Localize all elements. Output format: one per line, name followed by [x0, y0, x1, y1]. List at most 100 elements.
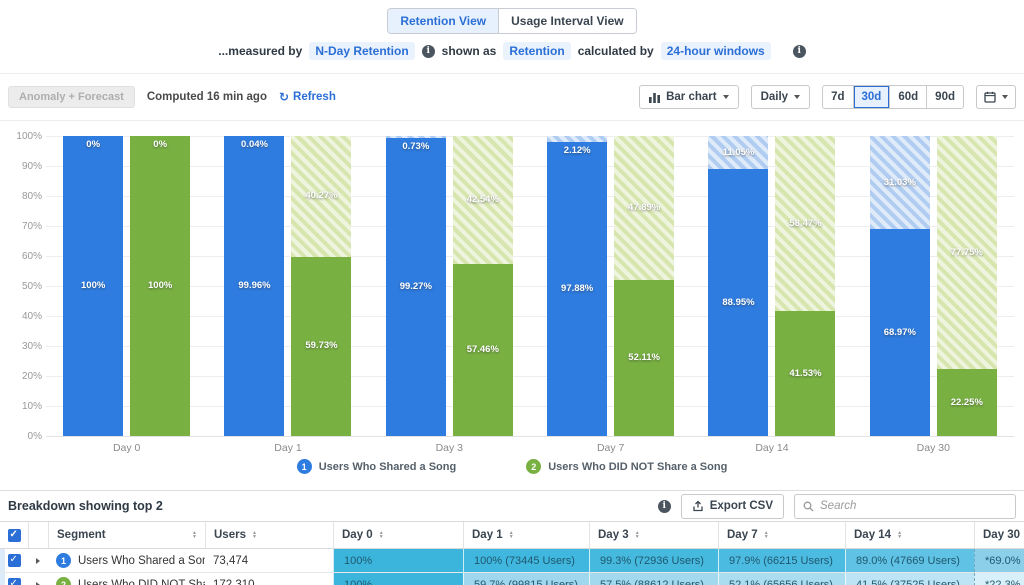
- x-axis-tick: Day 1: [207, 442, 368, 454]
- forecast-bar-segment[interactable]: [453, 136, 513, 264]
- retention-cell[interactable]: 57.5% (88612 Users): [589, 573, 718, 585]
- column-header-day-14[interactable]: Day 14▲▼: [845, 522, 974, 548]
- users-count: 172,310: [205, 573, 333, 585]
- row-expander-icon[interactable]: [36, 558, 40, 564]
- chart-plot-area: 100%90%80%70%60%50%40%30%20%10%0%100%0%1…: [46, 136, 1014, 436]
- retention-bar-segment[interactable]: [63, 136, 123, 436]
- column-header-day-0[interactable]: Day 0▲▼: [333, 522, 463, 548]
- bar-group-day-0: 100%0%100%0%Day 0: [46, 136, 207, 436]
- column-header-day-1[interactable]: Day 1▲▼: [463, 522, 589, 548]
- retention-cell[interactable]: 59.7% (99815 Users): [463, 573, 589, 585]
- window-selector[interactable]: 24-hour windows: [661, 42, 771, 60]
- column-header-day-30[interactable]: Day 30▲▼: [974, 522, 1024, 548]
- segment-name: Users Who DID NOT Share a Song: [78, 579, 205, 585]
- table-row[interactable]: 2Users Who DID NOT Share a Song172,31010…: [0, 573, 1024, 585]
- retention-bar-segment[interactable]: [291, 257, 351, 436]
- legend-item[interactable]: 1Users Who Shared a Song: [297, 459, 457, 474]
- date-picker-button[interactable]: [976, 85, 1016, 109]
- row-expander-icon[interactable]: [36, 582, 40, 585]
- gridline: [46, 436, 1014, 437]
- granularity-dropdown[interactable]: Daily: [751, 85, 811, 109]
- sort-icon[interactable]: ▲▼: [764, 531, 769, 539]
- forecast-bar-segment[interactable]: [775, 136, 835, 311]
- chart-legend: 1Users Who Shared a Song 2Users Who DID N…: [0, 459, 1024, 474]
- series-badge: 2: [526, 459, 541, 474]
- retention-bar-segment[interactable]: [775, 311, 835, 436]
- info-icon[interactable]: i: [422, 45, 435, 58]
- retention-cell[interactable]: 100%: [333, 549, 463, 572]
- forecast-bar-segment[interactable]: [870, 136, 930, 229]
- sort-icon[interactable]: ▲▼: [192, 531, 197, 539]
- retention-bar-segment[interactable]: [870, 229, 930, 436]
- retention-bar-segment[interactable]: [614, 280, 674, 436]
- sort-icon[interactable]: ▲▼: [635, 531, 640, 539]
- forecast-bar-segment[interactable]: [708, 136, 768, 169]
- calculated-by-label: calculated by: [578, 44, 654, 58]
- range-option-30d[interactable]: 30d: [853, 86, 890, 108]
- sort-icon[interactable]: ▲▼: [379, 531, 384, 539]
- row-checkbox[interactable]: [8, 578, 21, 585]
- shown-as-selector[interactable]: Retention: [503, 42, 570, 60]
- column-header-day-7[interactable]: Day 7 ▲▼: [718, 522, 845, 548]
- tab-usage-interval-view[interactable]: Usage Interval View: [498, 9, 636, 33]
- retention-cell[interactable]: 89.0% (47669 Users): [845, 549, 974, 572]
- retention-bar-segment[interactable]: [547, 142, 607, 436]
- y-axis-tick: 0%: [2, 431, 42, 442]
- column-header-users[interactable]: Users▲▼: [205, 522, 333, 548]
- retention-bar-segment[interactable]: [937, 369, 997, 436]
- forecast-bar-segment[interactable]: [386, 136, 446, 138]
- range-option-7d[interactable]: 7d: [823, 86, 852, 108]
- forecast-bar-segment[interactable]: [614, 136, 674, 280]
- retention-bar-segment[interactable]: [224, 136, 284, 436]
- retention-cell[interactable]: *69.0% (34: [974, 549, 1024, 572]
- export-csv-label: Export CSV: [710, 500, 773, 512]
- metric-selector[interactable]: N-Day Retention: [309, 42, 414, 60]
- forecast-bar-segment[interactable]: [291, 136, 351, 257]
- retention-bar-segment[interactable]: [453, 264, 513, 436]
- breakdown-title: Breakdown showing top 2: [8, 499, 163, 513]
- y-axis-tick: 60%: [2, 251, 42, 262]
- forecast-bar-segment[interactable]: [547, 136, 607, 142]
- column-header-label: Day 3: [598, 529, 629, 541]
- legend-item[interactable]: 2Users Who DID NOT Share a Song: [526, 459, 727, 474]
- chevron-down-icon: [723, 95, 729, 99]
- forecast-bar-segment[interactable]: [937, 136, 997, 369]
- chevron-down-icon: [794, 95, 800, 99]
- sort-icon[interactable]: ▲▼: [252, 531, 257, 539]
- search-box: [794, 494, 1016, 519]
- retention-bar-segment[interactable]: [130, 136, 190, 436]
- retention-bar-segment[interactable]: [708, 169, 768, 436]
- table-row[interactable]: 1Users Who Shared a Song73,474100%100% (…: [0, 549, 1024, 573]
- segment-name: Users Who Shared a Song: [78, 555, 205, 567]
- retention-cell[interactable]: 99.3% (72936 Users): [589, 549, 718, 572]
- tab-retention-view[interactable]: Retention View: [388, 9, 498, 33]
- chevron-down-icon: [1002, 95, 1008, 99]
- column-header-segment[interactable]: Segment▲▼: [48, 522, 205, 548]
- info-icon[interactable]: i: [658, 500, 671, 513]
- retention-cell[interactable]: 100% (73445 Users): [463, 549, 589, 572]
- column-header-day-3[interactable]: Day 3 ▲▼: [589, 522, 718, 548]
- retention-cell[interactable]: 100%: [333, 573, 463, 585]
- retention-cell[interactable]: 41.5% (37525 Users): [845, 573, 974, 585]
- export-csv-button[interactable]: Export CSV: [681, 494, 784, 519]
- retention-cell[interactable]: 97.9% (66215 Users): [718, 549, 845, 572]
- chart-type-label: Bar chart: [666, 91, 717, 103]
- retention-bar-segment[interactable]: [386, 138, 446, 436]
- column-header-label: Day 7: [727, 529, 758, 541]
- range-option-90d[interactable]: 90d: [926, 86, 963, 108]
- retention-cell[interactable]: 52.1% (65656 Users): [718, 573, 845, 585]
- anomaly-forecast-button[interactable]: Anomaly + Forecast: [8, 86, 135, 108]
- range-option-60d[interactable]: 60d: [889, 86, 926, 108]
- sort-icon[interactable]: ▲▼: [509, 531, 514, 539]
- page-header: Retention View Usage Interval View ...me…: [0, 0, 1024, 74]
- series-badge: 1: [56, 553, 71, 568]
- info-icon[interactable]: i: [793, 45, 806, 58]
- search-input[interactable]: [820, 500, 1007, 512]
- select-all-checkbox[interactable]: [8, 529, 21, 542]
- retention-cell[interactable]: *22.3% (19: [974, 573, 1024, 585]
- y-axis-tick: 70%: [2, 221, 42, 232]
- refresh-button[interactable]: ↻ Refresh: [279, 90, 336, 104]
- row-checkbox[interactable]: [8, 554, 21, 567]
- chart-type-dropdown[interactable]: Bar chart: [639, 85, 739, 109]
- sort-icon[interactable]: ▲▼: [897, 531, 902, 539]
